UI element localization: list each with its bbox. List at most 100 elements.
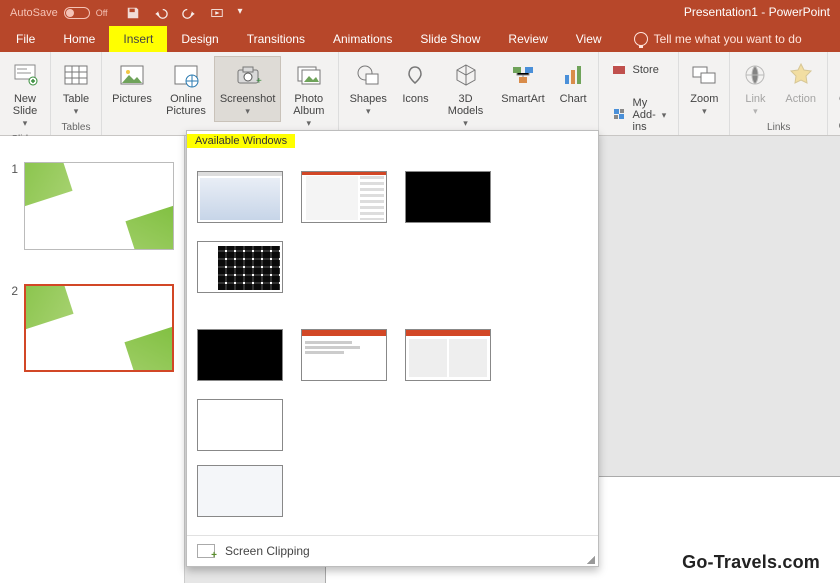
zoom-icon [690,61,718,89]
online-pictures-label: OnlinePictures [166,93,206,117]
available-windows-grid-2 [187,461,598,527]
tab-transitions[interactable]: Transitions [233,26,319,52]
customize-qat-icon[interactable]: ▾ [238,6,252,20]
action-button[interactable]: Action [778,56,823,110]
shapes-button[interactable]: Shapes▾ [343,56,393,122]
group-slides: New Slide▾ Slides [0,52,51,135]
tab-review[interactable]: Review [494,26,561,52]
shapes-icon [354,61,382,89]
chart-button[interactable]: Chart [553,56,594,110]
window-thumb-8[interactable] [197,399,283,451]
store-button[interactable]: Store [611,60,667,79]
online-pictures-icon [172,61,200,89]
smartart-icon [509,61,537,89]
store-label: Store [633,64,659,76]
group-tables: Table▾ Tables [51,52,102,135]
start-from-beginning-icon[interactable] [210,6,224,20]
action-icon [787,61,815,89]
pictures-icon [118,61,146,89]
tab-view[interactable]: View [562,26,616,52]
shapes-label: Shapes▾ [350,93,387,117]
zoom-button[interactable]: Zoom▾ [683,56,725,122]
group-images: Pictures OnlinePictures + Screenshot▾ Ph… [102,52,339,135]
slide-number: 2 [8,284,18,372]
photo-album-button[interactable]: PhotoAlbum ▾ [283,56,334,134]
window-thumb-1[interactable] [197,171,283,223]
comment-button[interactable]: + Comment [832,56,840,110]
svg-text:+: + [256,76,262,87]
online-pictures-button[interactable]: OnlinePictures [160,56,212,122]
watermark: Go-Travels.com [682,552,820,573]
zoom-label: Zoom▾ [690,93,718,117]
slide-1-preview[interactable] [24,162,174,250]
slide-thumb-2[interactable]: 2 [0,278,184,378]
available-windows-grid [187,149,598,461]
table-button[interactable]: Table▾ [55,56,97,122]
smartart-label: SmartArt [501,93,544,105]
tab-home[interactable]: Home [49,26,109,52]
tab-insert[interactable]: Insert [109,26,167,52]
link-button[interactable]: Link▾ [734,56,776,122]
link-label: Link▾ [745,93,765,117]
window-thumb-5[interactable] [197,329,283,381]
window-thumb-6[interactable] [301,329,387,381]
cube-icon [452,61,480,89]
undo-icon[interactable] [154,6,168,20]
tab-animations[interactable]: Animations [319,26,406,52]
lightbulb-icon [634,32,648,46]
chart-icon [559,61,587,89]
screen-clipping-icon [197,544,215,558]
title-bar: AutoSave Off ▾ Presentation1 - PowerPoin… [0,0,840,26]
tab-file[interactable]: File [2,26,49,52]
group-links: Link▾ Action Links [730,52,828,135]
redo-icon[interactable] [182,6,196,20]
separator [187,535,598,536]
new-slide-label: New Slide▾ [11,93,39,129]
slide-thumb-1[interactable]: 1 [0,156,184,256]
window-thumb-3[interactable] [405,171,491,223]
window-thumb-2[interactable] [301,171,387,223]
resize-grip-icon[interactable] [587,556,595,564]
window-thumb-4[interactable] [197,241,283,293]
smartart-button[interactable]: SmartArt [495,56,551,110]
tell-me-label: Tell me what you want to do [654,32,802,46]
autosave-toggle[interactable]: AutoSave Off [0,7,118,19]
window-title: Presentation1 - PowerPoint [684,5,830,19]
new-slide-icon [11,61,39,89]
photo-album-label: PhotoAlbum ▾ [290,93,327,129]
screenshot-dropdown: Available Windows Screen Clipping [186,130,599,567]
my-addins-label: My Add-ins [633,97,656,133]
window-thumb-9[interactable] [197,465,283,517]
slide-thumbnail-panel[interactable]: 1 2 [0,136,185,583]
icons-icon [401,61,429,89]
new-slide-button[interactable]: New Slide▾ [4,56,46,134]
save-icon[interactable] [126,6,140,20]
tab-design[interactable]: Design [167,26,232,52]
group-links-label: Links [767,122,790,135]
tell-me-search[interactable]: Tell me what you want to do [634,26,802,52]
pictures-button[interactable]: Pictures [106,56,158,110]
3d-models-button[interactable]: 3DModels ▾ [438,56,493,134]
ribbon: New Slide▾ Slides Table▾ Tables Pictures… [0,52,840,136]
app-name: PowerPoint [769,5,830,19]
autosave-label: AutoSave [10,7,58,19]
icons-button[interactable]: Icons [395,56,436,110]
group-tables-label: Tables [62,122,91,135]
pictures-label: Pictures [112,93,152,105]
my-addins-button[interactable]: My Add-ins ▾ [611,97,667,133]
group-zoom: Zoom▾ [679,52,730,135]
tab-slideshow[interactable]: Slide Show [406,26,494,52]
icons-label: Icons [402,93,428,105]
ribbon-tabs: File Home Insert Design Transitions Anim… [0,26,840,52]
document-name: Presentation1 [684,5,758,19]
autosave-state: Off [96,8,108,18]
autosave-switch-icon [64,7,90,19]
group-illustrations: Shapes▾ Icons 3DModels ▾ SmartArt Chart [339,52,598,135]
chart-label: Chart [560,93,587,105]
screenshot-button[interactable]: + Screenshot▾ [214,56,281,122]
screen-clipping-button[interactable]: Screen Clipping [187,540,598,560]
available-windows-header: Available Windows [187,134,295,148]
slide-2-preview[interactable] [24,284,174,372]
window-thumb-7[interactable] [405,329,491,381]
action-label: Action [785,93,816,105]
